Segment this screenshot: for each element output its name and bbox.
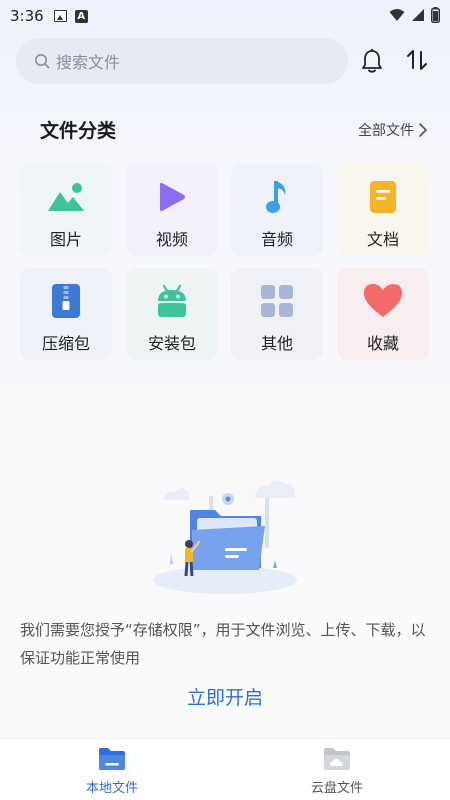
cloud-folder-icon xyxy=(324,748,350,770)
category-label: 其他 xyxy=(260,334,293,353)
category-apks[interactable]: 安装包 xyxy=(126,268,218,360)
bell-icon[interactable] xyxy=(360,48,384,74)
play-icon xyxy=(160,182,185,212)
category-label: 图片 xyxy=(49,230,82,249)
search-icon xyxy=(35,54,50,69)
category-images[interactable]: 图片 xyxy=(20,164,112,256)
nav-label: 云盘文件 xyxy=(310,781,363,796)
search-placeholder: 搜索文件 xyxy=(56,53,121,72)
music-note-icon xyxy=(266,181,286,213)
category-label: 音频 xyxy=(260,230,293,249)
category-archives[interactable]: 压缩包 xyxy=(20,268,112,360)
category-audio[interactable]: 音频 xyxy=(231,164,323,256)
nav-cloud-files[interactable]: 云盘文件 xyxy=(277,745,397,796)
category-others[interactable]: 其他 xyxy=(231,268,323,360)
nav-local-files[interactable]: 本地文件 xyxy=(52,745,172,796)
category-label: 视频 xyxy=(155,230,188,249)
battery-icon xyxy=(431,7,440,23)
signal-icon xyxy=(412,9,424,21)
zip-icon xyxy=(52,284,80,318)
status-indicators xyxy=(389,7,440,23)
category-label: 收藏 xyxy=(366,334,399,353)
search-input[interactable]: 搜索文件 xyxy=(16,38,348,84)
nav-label: 本地文件 xyxy=(85,781,138,796)
app-notification-icon: A xyxy=(74,9,88,23)
permission-message: 我们需要您授予“存储权限”，用于文件浏览、上传、下载，以保证功能正常使用 xyxy=(20,621,426,667)
category-label: 压缩包 xyxy=(41,334,90,353)
all-files-link[interactable]: 全部文件 xyxy=(358,120,428,140)
wifi-icon xyxy=(389,9,405,21)
sort-icon[interactable] xyxy=(405,48,429,72)
folder-icon xyxy=(99,748,125,770)
document-icon xyxy=(370,181,396,213)
enable-permission-button[interactable]: 立即开启 xyxy=(0,683,450,710)
category-documents[interactable]: 文档 xyxy=(337,164,429,256)
category-label: 文档 xyxy=(366,230,399,249)
category-videos[interactable]: 视频 xyxy=(126,164,218,256)
all-files-label: 全部文件 xyxy=(358,123,414,139)
grid-icon xyxy=(261,285,293,317)
status-bar: 3:36 A xyxy=(0,0,450,32)
chevron-right-icon xyxy=(419,123,428,137)
gallery-notification-icon xyxy=(53,10,67,22)
heart-icon xyxy=(364,284,402,317)
category-label: 安装包 xyxy=(147,334,196,353)
status-time: 3:36 xyxy=(10,7,44,25)
android-icon xyxy=(158,284,186,317)
image-icon xyxy=(48,183,84,211)
storage-permission-illustration xyxy=(153,480,297,594)
category-favorites[interactable]: 收藏 xyxy=(337,268,429,360)
section-title: 文件分类 xyxy=(40,120,117,142)
bottom-nav: 本地文件 云盘文件 xyxy=(0,738,450,800)
